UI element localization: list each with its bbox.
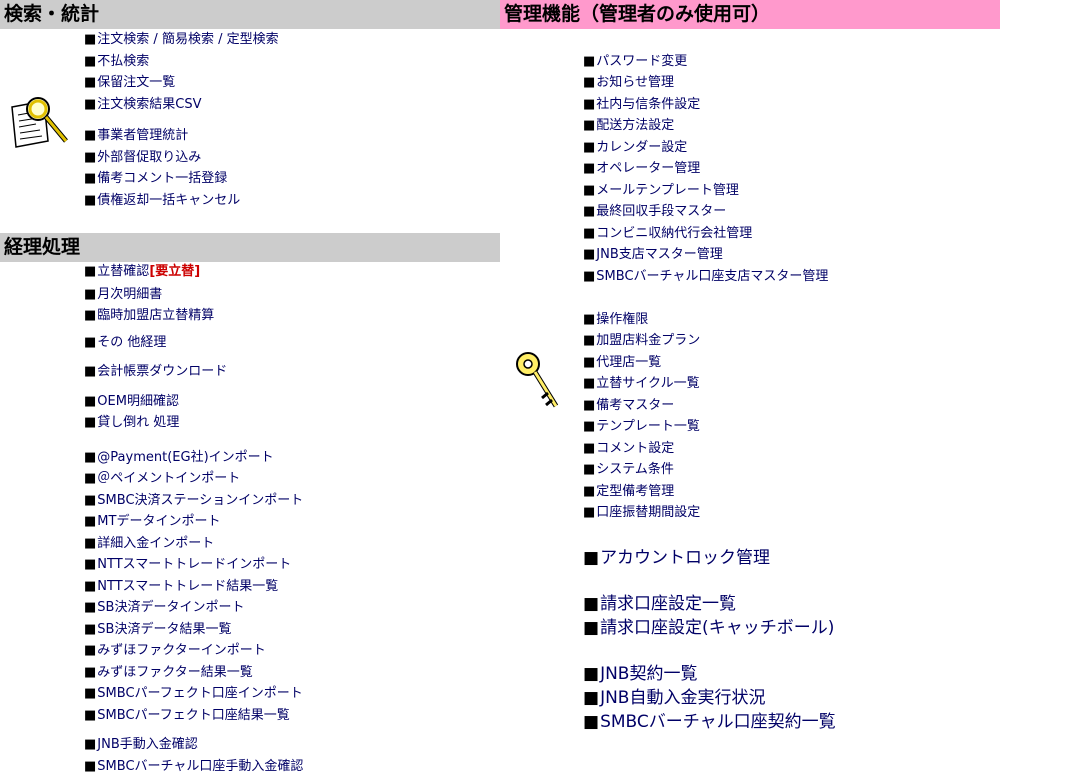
admin-link[interactable]: ■最終回収手段マスター (583, 204, 726, 220)
accounting-link-advance-confirm[interactable]: ■立替確認[要立替] (84, 264, 200, 280)
admin-link-large[interactable]: ■JNB自動入金実行状況 (583, 688, 765, 709)
search-link[interactable]: ■保留注文一覧 (84, 75, 175, 91)
search-link[interactable]: ■備考コメント一括登録 (84, 171, 227, 187)
admin-link[interactable]: ■お知らせ管理 (583, 75, 674, 91)
accounting-link[interactable]: ■その 他経理 (84, 335, 166, 351)
search-link[interactable]: ■債権返却一括キャンセル (84, 193, 240, 209)
search-link[interactable]: ■注文検索結果CSV (84, 97, 202, 113)
admin-link-large[interactable]: ■請求口座設定一覧 (583, 594, 736, 615)
search-link[interactable]: ■注文検索 / 簡易検索 / 定型検索 (84, 32, 279, 48)
admin-link[interactable]: ■社内与信条件設定 (583, 97, 700, 113)
admin-link[interactable]: ■システム条件 (583, 462, 674, 478)
admin-link-large[interactable]: ■JNB契約一覧 (583, 664, 697, 685)
accounting-link[interactable]: ■OEM明細確認 (84, 394, 179, 410)
admin-link[interactable]: ■配送方法設定 (583, 118, 674, 134)
accounting-link[interactable]: ■SMBCバーチャル口座手動入金確認 (84, 759, 303, 775)
admin-link[interactable]: ■メールテンプレート管理 (583, 183, 739, 199)
admin-link[interactable]: ■代理店一覧 (583, 355, 661, 371)
search-stats-header: 検索・統計 (0, 0, 500, 29)
key-icon (512, 348, 568, 414)
accounting-link[interactable]: ■SMBC決済ステーションインポート (84, 493, 303, 509)
accounting-link[interactable]: ■臨時加盟店立替精算 (84, 308, 214, 324)
admin-link[interactable]: ■立替サイクル一覧 (583, 376, 700, 392)
admin-link[interactable]: ■定型備考管理 (583, 484, 674, 500)
admin-link[interactable]: ■テンプレート一覧 (583, 419, 700, 435)
admin-link[interactable]: ■コンビニ収納代行会社管理 (583, 226, 752, 242)
accounting-link[interactable]: ■SMBCパーフェクト口座インポート (84, 686, 303, 702)
admin-link[interactable]: ■カレンダー設定 (583, 140, 687, 156)
accounting-link[interactable]: ■@Payment(EG社)インポート (84, 450, 274, 466)
accounting-link[interactable]: ■詳細入金インポート (84, 536, 214, 552)
admin-link[interactable]: ■コメント設定 (583, 441, 674, 457)
accounting-link[interactable]: ■NTTスマートトレードインポート (84, 557, 291, 573)
admin-link[interactable]: ■操作権限 (583, 312, 648, 328)
admin-link[interactable]: ■口座振替期間設定 (583, 505, 700, 521)
admin-link-large[interactable]: ■請求口座設定(キャッチボール) (583, 618, 834, 639)
admin-link[interactable]: ■JNB支店マスター管理 (583, 247, 723, 263)
accounting-header: 経理処理 (0, 233, 500, 262)
admin-functions-header: 管理機能（管理者のみ使用可） (500, 0, 1000, 29)
advance-required-badge: [要立替] (149, 264, 201, 279)
accounting-link[interactable]: ■貸し倒れ 処理 (84, 415, 179, 431)
admin-link[interactable]: ■SMBCバーチャル口座支店マスター管理 (583, 269, 828, 285)
accounting-link[interactable]: ■会計帳票ダウンロード (84, 364, 227, 380)
accounting-link[interactable]: ■月次明細書 (84, 287, 162, 303)
admin-link[interactable]: ■加盟店料金プラン (583, 333, 700, 349)
accounting-link[interactable]: ■みずほファクターインポート (84, 643, 266, 659)
admin-link[interactable]: ■パスワード変更 (583, 54, 687, 70)
accounting-link[interactable]: ■SB決済データ結果一覧 (84, 622, 231, 638)
accounting-link[interactable]: ■SB決済データインポート (84, 600, 244, 616)
search-link[interactable]: ■不払検索 (84, 54, 149, 70)
accounting-link[interactable]: ■みずほファクター結果一覧 (84, 665, 253, 681)
admin-link[interactable]: ■オペレーター管理 (583, 161, 700, 177)
admin-link-large[interactable]: ■SMBCバーチャル口座契約一覧 (583, 712, 836, 733)
search-link[interactable]: ■事業者管理統計 (84, 128, 188, 144)
admin-link-large[interactable]: ■アカウントロック管理 (583, 548, 770, 569)
accounting-link[interactable]: ■＠ペイメントインポート (84, 471, 240, 487)
accounting-link[interactable]: ■SMBCパーフェクト口座結果一覧 (84, 708, 290, 724)
admin-link[interactable]: ■備考マスター (583, 398, 674, 414)
accounting-link[interactable]: ■MTデータインポート (84, 514, 220, 530)
accounting-link[interactable]: ■NTTスマートトレード結果一覧 (84, 579, 278, 595)
magnifier-document-icon (8, 93, 74, 151)
search-link[interactable]: ■外部督促取り込み (84, 150, 201, 166)
accounting-link[interactable]: ■JNB手動入金確認 (84, 737, 198, 753)
